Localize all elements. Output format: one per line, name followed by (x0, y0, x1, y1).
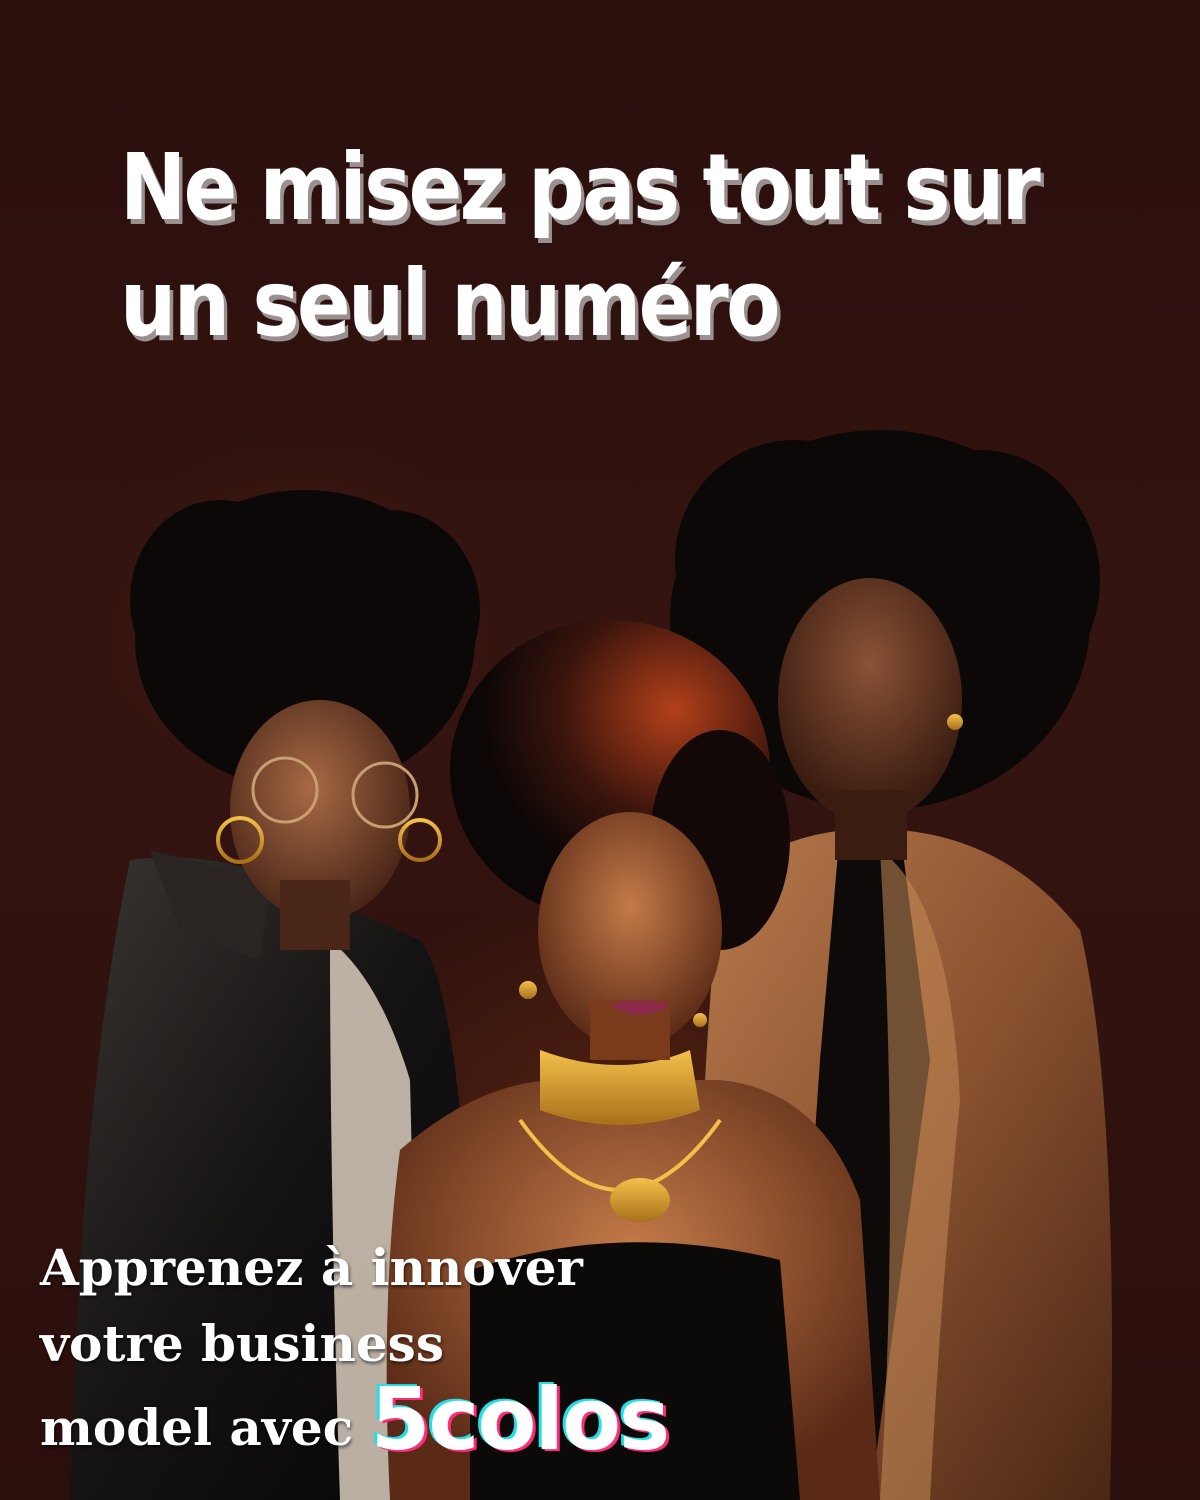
tagline-line-1: Apprenez à innover (40, 1238, 583, 1297)
tagline-line-3-prefix: model avec (40, 1398, 354, 1457)
headline-line-1: Ne misez pas tout sur (120, 134, 1041, 241)
ad-poster: Ne misez pas tout sur un seul numéro App… (0, 0, 1200, 1500)
brand-logo-text: 5colos (370, 1370, 671, 1470)
tagline-line-3: model avec 5colos (40, 1377, 800, 1466)
tagline: Apprenez à innover votre business model … (40, 1230, 800, 1466)
headline-line-2: un seul numéro (120, 250, 781, 357)
headline: Ne misez pas tout sur un seul numéro (120, 130, 1041, 362)
